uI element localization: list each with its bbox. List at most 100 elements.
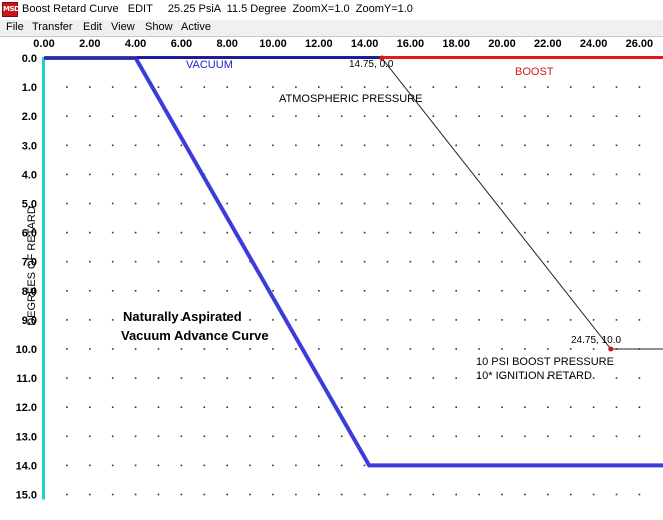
x-tick-label: 16.00 bbox=[397, 38, 425, 50]
grid-dot bbox=[272, 260, 274, 263]
grid-dot bbox=[569, 348, 572, 350]
x-tick-label: 22.00 bbox=[534, 38, 562, 50]
grid-dot bbox=[638, 319, 641, 321]
grid-dot bbox=[592, 319, 595, 321]
menu-edit[interactable]: Edit bbox=[83, 21, 102, 33]
grid-dot bbox=[134, 377, 137, 379]
grid-dot bbox=[203, 115, 206, 117]
grid-dot bbox=[524, 86, 526, 88]
grid-dot bbox=[592, 377, 595, 379]
grid-dot bbox=[180, 493, 183, 496]
grid-dot bbox=[340, 86, 343, 88]
grid-dot bbox=[295, 464, 297, 467]
grid-dot bbox=[455, 377, 457, 379]
grid-dot bbox=[203, 377, 206, 379]
grid-dot bbox=[501, 493, 503, 496]
grid-dot bbox=[524, 319, 526, 321]
grid-dot bbox=[501, 260, 503, 263]
grid-dot bbox=[295, 348, 297, 350]
grid-dot bbox=[478, 290, 480, 292]
grid-dot bbox=[524, 173, 526, 176]
grid-dot bbox=[340, 290, 343, 292]
grid-dot bbox=[363, 173, 366, 176]
menu-show[interactable]: Show bbox=[145, 21, 173, 33]
grid-dot bbox=[547, 348, 549, 350]
grid-dot bbox=[569, 260, 572, 263]
grid-dot bbox=[66, 173, 68, 176]
grid-dot bbox=[134, 435, 137, 438]
grid-dot bbox=[592, 231, 595, 234]
grid-dot bbox=[455, 173, 457, 176]
curve-note-line1: Naturally Aspirated bbox=[123, 309, 242, 324]
x-tick-label: 14.00 bbox=[351, 38, 379, 50]
grid-dot bbox=[272, 86, 274, 88]
window-title: Boost Retard Curve EDIT 25.25 PsiA 11.5 … bbox=[22, 3, 413, 15]
grid-dot bbox=[340, 377, 343, 379]
grid-dot bbox=[363, 202, 366, 205]
grid-dot bbox=[249, 319, 251, 321]
grid-dot bbox=[615, 202, 618, 205]
grid-dot bbox=[432, 290, 435, 292]
grid-dot bbox=[386, 202, 389, 205]
menu-transfer[interactable]: Transfer bbox=[32, 21, 73, 33]
grid-dot bbox=[226, 202, 228, 205]
grid-dot bbox=[318, 348, 320, 350]
grid-dot bbox=[157, 377, 160, 379]
grid-dot bbox=[180, 231, 183, 234]
grid-dot bbox=[432, 86, 435, 88]
grid-dot bbox=[318, 435, 320, 438]
grid-dot bbox=[295, 173, 297, 176]
grid-dot bbox=[340, 260, 343, 263]
grid-dot bbox=[432, 202, 435, 205]
grid-dot bbox=[501, 290, 503, 292]
grid-dot bbox=[157, 202, 160, 205]
grid-dot bbox=[478, 348, 480, 350]
grid-dot bbox=[157, 290, 160, 292]
vacuum-label: VACUUM bbox=[186, 59, 233, 71]
grid-dot bbox=[157, 464, 160, 467]
atmospheric-pressure-label: ATMOSPHERIC PRESSURE bbox=[279, 93, 423, 105]
x-axis-ticks: 0.00 2.00 4.00 6.00 8.00 10.00 12.00 14.00 16.00… bbox=[33, 38, 653, 50]
app-logo-icon[interactable]: MSD bbox=[2, 2, 20, 17]
grid-dot bbox=[501, 348, 503, 350]
grid-dot bbox=[134, 464, 137, 467]
grid-dot bbox=[340, 406, 343, 408]
menu-view[interactable]: View bbox=[111, 21, 135, 33]
grid-dot bbox=[340, 319, 343, 321]
boost-retard-chart[interactable]: 0.00 2.00 4.00 6.00 8.00 10.00 12.00 14.00 16.00… bbox=[0, 37, 663, 520]
grid-dot bbox=[432, 348, 435, 350]
grid-dot bbox=[432, 319, 435, 321]
grid-dot bbox=[409, 290, 412, 292]
point-b-marker[interactable] bbox=[608, 346, 614, 352]
grid-dot bbox=[455, 348, 457, 350]
grid-dot bbox=[524, 202, 526, 205]
grid-dot bbox=[66, 348, 68, 350]
grid-dot bbox=[66, 202, 68, 205]
menu-active[interactable]: Active bbox=[181, 21, 211, 33]
grid-dot bbox=[615, 406, 618, 408]
grid-dot bbox=[340, 464, 343, 467]
app-logo-text: MSD bbox=[3, 5, 20, 13]
grid-dot bbox=[615, 144, 618, 147]
grid-dot bbox=[547, 231, 549, 234]
grid-dot bbox=[180, 86, 183, 88]
grid-dot bbox=[180, 202, 183, 205]
grid-dot bbox=[409, 231, 412, 234]
grid-dot bbox=[363, 348, 366, 350]
grid-dot bbox=[249, 115, 251, 117]
grid-dot bbox=[111, 435, 114, 438]
grid-dot bbox=[340, 144, 343, 147]
grid-dot bbox=[295, 290, 297, 292]
grid-dot bbox=[432, 144, 435, 147]
grid-dot bbox=[249, 86, 251, 88]
grid-dot bbox=[89, 202, 91, 205]
menu-file[interactable]: File bbox=[6, 21, 24, 33]
grid-dot bbox=[89, 86, 91, 88]
grid-dot bbox=[569, 86, 572, 88]
grid-dot bbox=[203, 86, 206, 88]
grid-dot bbox=[592, 493, 595, 496]
grid-dot bbox=[524, 260, 526, 263]
grid-dot bbox=[180, 115, 183, 117]
grid-dot bbox=[226, 377, 228, 379]
menu-bar: File Transfer Edit View Show Active bbox=[0, 20, 663, 37]
